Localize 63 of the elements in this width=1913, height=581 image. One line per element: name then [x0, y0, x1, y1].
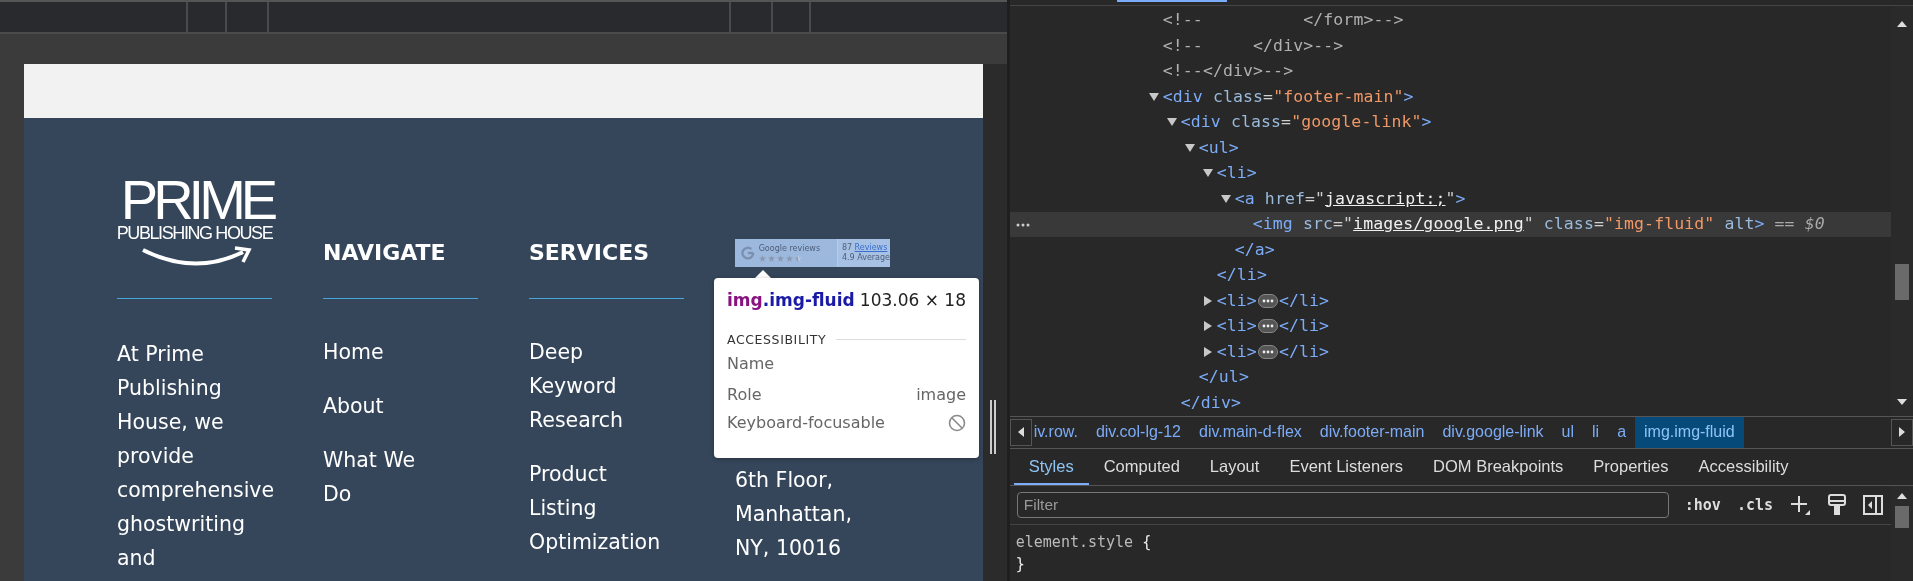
- panel-tab[interactable]: Layout: [1194, 449, 1275, 485]
- review-count: 87 Reviews: [841, 243, 889, 253]
- code-text: <li>: [1216, 163, 1257, 184]
- address-text: 6th Floor, Manhattan, NY, 10016: [735, 467, 853, 562]
- column-heading: SERVICES: [529, 240, 650, 265]
- css-selector: element.style: [1015, 533, 1134, 551]
- breadcrumb[interactable]: div.google-link: [1433, 416, 1553, 448]
- code-text: <li>: [1216, 290, 1257, 311]
- code-text: </li>: [1278, 290, 1330, 311]
- brace: {: [1142, 533, 1152, 551]
- footer-link[interactable]: What We Do: [323, 443, 416, 511]
- property-label: Name: [727, 354, 775, 373]
- column-heading: NAVIGATE: [323, 240, 446, 265]
- code-text: <!-- </div>-->: [1162, 35, 1344, 56]
- panel-tab[interactable]: Accessibility: [1683, 449, 1804, 485]
- selected-row[interactable]: <img src="images/google.png" class="img-fluid" alt> == $0: [1009, 211, 1891, 237]
- code-text: <!-- </form>-->: [1162, 10, 1404, 31]
- element-size: 103.06 × 18: [859, 290, 966, 310]
- property-label: Role: [727, 385, 762, 404]
- badge-label: Google reviews: [758, 244, 822, 253]
- breadcrumb[interactable]: div.col-lg-12: [1086, 416, 1190, 448]
- footer-link[interactable]: Home: [323, 335, 384, 369]
- breadcrumb[interactable]: img.img-fluid: [1635, 416, 1744, 448]
- logo[interactable]: PRIME PUBLISHING HOUSE: [117, 178, 272, 270]
- footer-link[interactable]: Product Listing Optimization: [529, 457, 661, 559]
- panel-tab[interactable]: DOM Breakpoints: [1418, 449, 1579, 485]
- code-text: <a href="javascript:;">: [1234, 188, 1466, 209]
- google-reviews-badge[interactable]: Google reviews 87 Reviews 4.9 Average: [735, 239, 890, 267]
- hover-state-button[interactable]: :hov: [1684, 496, 1721, 514]
- code-text: <img src="images/google.png" class="img-fluid" alt> == $0: [1252, 214, 1825, 235]
- breadcrumb[interactable]: iv.row.: [1031, 416, 1087, 448]
- code-text: </li>: [1278, 341, 1330, 362]
- breadcrumb[interactable]: div.footer-main: [1310, 416, 1434, 448]
- about-paragraph: At Prime Publishing House, we provide comprehensive ghostwriting and: [117, 341, 276, 572]
- element-selector: img.img-fluid: [727, 290, 855, 310]
- class-toggle-button[interactable]: .cls: [1736, 496, 1773, 514]
- code-text: </ul>: [1198, 367, 1249, 388]
- panel-tab[interactable]: Properties: [1578, 449, 1684, 485]
- property-value: image: [916, 385, 966, 404]
- brace: }: [1015, 555, 1025, 573]
- panel-tab[interactable]: Computed: [1088, 449, 1195, 485]
- code-text: <ul>: [1198, 137, 1239, 158]
- footer-link[interactable]: About: [323, 389, 384, 423]
- footer-link[interactable]: Deep Keyword Research: [529, 335, 624, 437]
- code-text: <li>: [1216, 316, 1257, 337]
- section-title: ACCESSIBILITY: [727, 332, 827, 347]
- property-label: Keyboard-focusable: [727, 413, 885, 432]
- breadcrumb[interactable]: a: [1608, 416, 1636, 448]
- breadcrumb[interactable]: div.main-d-flex: [1190, 416, 1311, 448]
- code-text: </a>: [1234, 239, 1275, 260]
- filter-field[interactable]: Filter: [1016, 492, 1669, 518]
- code-text: </li>: [1278, 316, 1330, 337]
- code-text: <div class="footer-main">: [1162, 86, 1414, 107]
- breadcrumb[interactable]: li: [1583, 416, 1609, 448]
- panel-tab[interactable]: Styles: [1013, 449, 1089, 485]
- code-text: <!--</div>-->: [1162, 61, 1294, 82]
- code-text: <li>: [1216, 341, 1257, 362]
- average-rating: 4.9 Average: [841, 253, 890, 263]
- code-text: </li>: [1216, 265, 1267, 286]
- code-text: </div>: [1180, 392, 1241, 413]
- panel-tab[interactable]: Event Listeners: [1274, 449, 1419, 485]
- breadcrumb[interactable]: ul: [1552, 416, 1583, 448]
- code-text: <div class="google-link">: [1180, 112, 1432, 133]
